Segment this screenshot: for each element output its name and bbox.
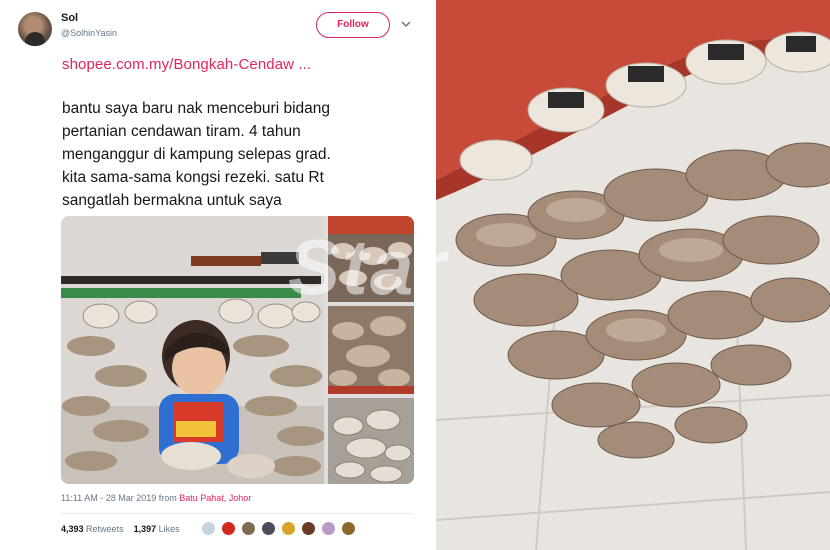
photo-mushroom-thumb-3[interactable]: [328, 398, 414, 484]
likes-label[interactable]: Likes: [159, 524, 180, 534]
divider: [61, 513, 413, 514]
avatar[interactable]: [301, 521, 316, 536]
avatar[interactable]: [201, 521, 216, 536]
timestamp-text[interactable]: 11:11 AM - 28 Mar 2019 from: [61, 493, 177, 503]
photo-oyster-mushroom-cluster: [436, 0, 830, 550]
tweet-link[interactable]: shopee.com.my/Bongkah-Cendaw ...: [62, 56, 311, 73]
watermark: Star: [288, 223, 448, 311]
avatar[interactable]: [241, 521, 256, 536]
avatar[interactable]: [221, 521, 236, 536]
retweet-count[interactable]: 4,393: [61, 524, 84, 534]
tweet-text-line: menganggur di kampung selepas grad.: [62, 146, 331, 163]
tweet-text-line: pertanian cendawan tiram. 4 tahun: [62, 123, 301, 140]
tweet-text-line: bantu saya baru nak menceburi bidang: [62, 100, 330, 117]
tweet-text: bantu saya baru nak menceburi bidang per…: [62, 97, 422, 212]
tweet-stats: 4,393 Retweets 1,397 Likes: [61, 524, 180, 534]
tweet-text-line: kita sama-sama kongsi rezeki. satu Rt: [62, 169, 324, 186]
display-name[interactable]: Sol: [61, 12, 78, 24]
tweet-location-link[interactable]: Batu Pahat, Johor: [179, 493, 251, 503]
avatar[interactable]: [261, 521, 276, 536]
avatar[interactable]: [281, 521, 296, 536]
avatar[interactable]: [18, 12, 52, 46]
chevron-down-icon[interactable]: [401, 20, 411, 28]
retweets-label[interactable]: Retweets: [86, 524, 124, 534]
tweet-timestamp: 11:11 AM - 28 Mar 2019 from Batu Pahat, …: [61, 493, 251, 503]
follow-button[interactable]: Follow: [316, 12, 390, 38]
photo-mushroom-thumb-2[interactable]: [328, 306, 414, 394]
photo-child-with-mushrooms[interactable]: [61, 216, 324, 484]
avatar[interactable]: [321, 521, 336, 536]
avatar[interactable]: [341, 521, 356, 536]
user-handle[interactable]: @SolhinYasin: [61, 28, 117, 38]
like-count[interactable]: 1,397: [134, 524, 157, 534]
tweet-text-line: sangatlah bermakna untuk saya: [62, 192, 282, 209]
